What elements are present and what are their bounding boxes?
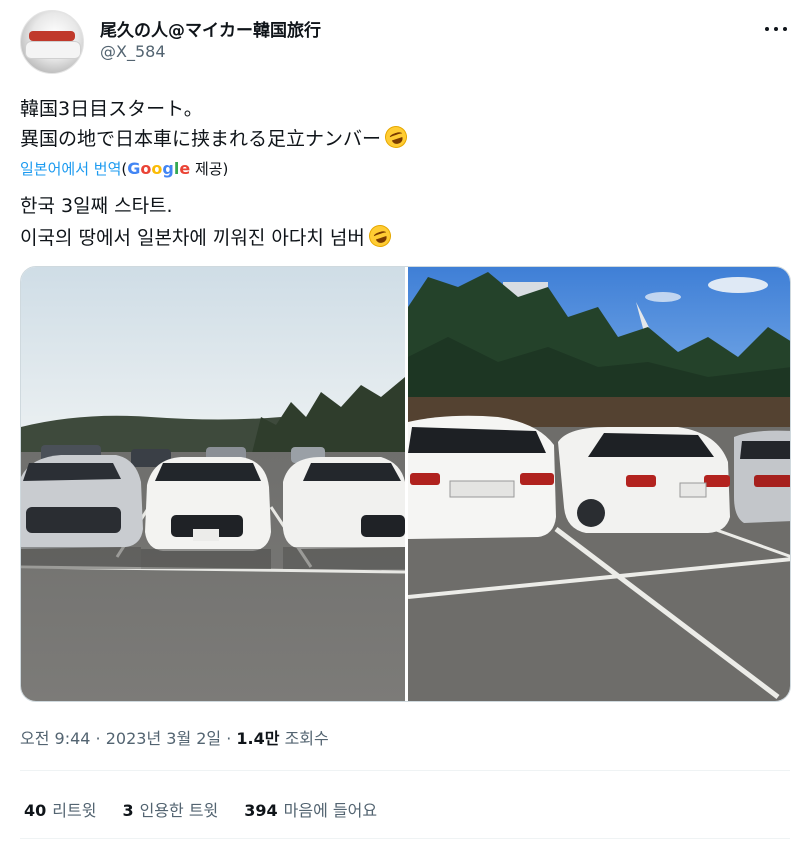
- likes-stat[interactable]: 394 마음에 들어요: [244, 797, 377, 821]
- divider: [20, 838, 790, 839]
- quotes-stat[interactable]: 3 인용한 트윗: [122, 797, 218, 821]
- google-letter-3: o: [151, 159, 163, 178]
- translation-attribution: 일본어에서 번역(Google 제공): [20, 158, 228, 180]
- google-letter-2: o: [140, 159, 152, 178]
- author-handle[interactable]: @X_584: [100, 42, 166, 61]
- translated-line-2: 이국의 땅에서 일본차에 끼워진 아다치 넘버: [20, 227, 365, 249]
- avatar[interactable]: [20, 10, 84, 74]
- likes-label: 마음에 들어요: [283, 801, 378, 820]
- tweet-header: 尾久の人@マイカー韓国旅行 @X_584: [20, 10, 790, 80]
- tweet-text-line-1: 韓国3日目スタート。: [20, 98, 203, 120]
- meta-separator: ·: [221, 729, 237, 748]
- quotes-label: 인용한 트윗: [139, 801, 219, 820]
- retweets-label: 리트윗: [52, 801, 97, 820]
- avatar-car-body: [25, 41, 81, 59]
- photo-parking-front[interactable]: [21, 267, 405, 701]
- google-letter-1: G: [127, 159, 141, 178]
- google-letter-4: g: [162, 159, 174, 178]
- retweets-count: 40: [24, 801, 47, 820]
- views-count: 1.4만: [236, 729, 280, 748]
- laughing-emoji-icon: [365, 222, 394, 250]
- tweet-text-line-2: 異国の地で日本車に挟まれる足立ナンバー: [20, 128, 382, 150]
- divider: [20, 770, 790, 771]
- retweets-stat[interactable]: 40 리트윗: [24, 797, 96, 821]
- google-letter-6: e: [179, 159, 191, 178]
- quotes-count: 3: [122, 801, 134, 820]
- tweet-text: 韓国3日目スタート。 異国の地で日本車に挟まれる足立ナンバー: [20, 94, 790, 154]
- google-logo-text: Google: [127, 159, 191, 178]
- translate-link[interactable]: 일본어에서 번역: [20, 160, 121, 178]
- engagement-stats: 40 리트윗 3 인용한 트윗 394 마음에 들어요: [24, 797, 377, 821]
- avatar-car-taillight: [29, 31, 75, 41]
- translated-text: 한국 3일째 스타트. 이국의 땅에서 일본차에 끼워진 아다치 넘버: [20, 190, 790, 254]
- media-gallery: [20, 266, 791, 702]
- views-label: 조회수: [279, 729, 329, 748]
- translated-line-1: 한국 3일째 스타트.: [20, 195, 173, 217]
- tweet-meta: 오전 9:44 · 2023년 3월 2일 · 1.4만 조회수: [20, 725, 329, 749]
- tweet-time[interactable]: 오전 9:44: [20, 729, 90, 748]
- provided-suffix: 제공): [190, 160, 229, 178]
- tweet-date[interactable]: 2023년 3월 2일: [106, 729, 221, 748]
- laughing-emoji-icon: [382, 123, 410, 151]
- author-display-name[interactable]: 尾久の人@マイカー韓国旅行: [100, 16, 321, 41]
- more-options-icon[interactable]: [762, 18, 790, 40]
- photo-parking-rear[interactable]: [408, 267, 790, 701]
- meta-separator: ·: [90, 729, 106, 748]
- likes-count: 394: [244, 801, 278, 820]
